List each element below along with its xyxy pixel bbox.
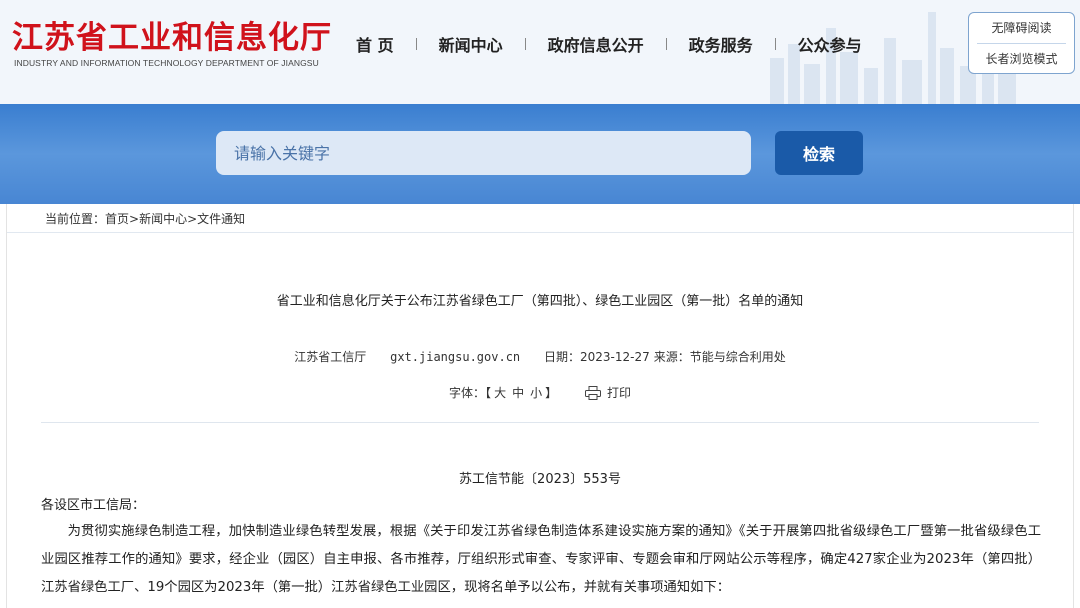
- print-button[interactable]: 打印: [584, 386, 631, 400]
- breadcrumb-separator: >: [129, 212, 140, 226]
- search-input[interactable]: [216, 131, 751, 175]
- breadcrumb-separator: >: [187, 212, 198, 226]
- nav-divider: [415, 38, 417, 50]
- search-banner: 检索: [0, 104, 1080, 204]
- article-container: 当前位置：首页>新闻中心>文件通知 省工业和信息化厅关于公布江苏省绿色工厂（第四…: [6, 204, 1074, 608]
- article-meta: 江苏省工信厅 gxt.jiangsu.gov.cn 日期：2023-12-27 来…: [7, 348, 1073, 365]
- breadcrumb-news[interactable]: 新闻中心: [139, 212, 187, 226]
- document-number: 苏工信节能〔2023〕553号: [459, 472, 621, 487]
- font-size-large-button[interactable]: 大: [494, 386, 506, 400]
- nav-divider: [665, 38, 667, 50]
- font-size-medium-button[interactable]: 中: [512, 386, 524, 400]
- nav-item-home[interactable]: 首 页: [356, 32, 394, 56]
- article-divider: [41, 422, 1039, 423]
- site-logo-subtitle: INDUSTRY AND INFORMATION TECHNOLOGY DEPA…: [14, 58, 319, 68]
- nav-item-services[interactable]: 政务服务: [689, 32, 753, 56]
- meta-source-org: 江苏省工信厅: [294, 350, 367, 364]
- elderly-mode-button[interactable]: 长者浏览模式: [969, 44, 1074, 74]
- font-bracket-close: 】: [545, 386, 558, 400]
- breadcrumb-divider: [7, 232, 1073, 233]
- search-button[interactable]: 检索: [775, 131, 863, 175]
- main-nav: 首 页 新闻中心 政府信息公开 政务服务 公众参与: [356, 32, 862, 56]
- breadcrumb: 当前位置：首页>新闻中心>文件通知: [45, 210, 245, 227]
- meta-date: 日期：2023-12-27: [543, 350, 650, 364]
- site-logo-title[interactable]: 江苏省工业和信息化厅: [12, 12, 332, 57]
- nav-item-gov-info[interactable]: 政府信息公开: [548, 32, 644, 56]
- article-tools: 字体：【大中小】 打印: [7, 384, 1073, 401]
- addressee: 各设区市工信局：: [41, 498, 146, 513]
- accessibility-panel: 无障碍阅读 长者浏览模式: [968, 12, 1075, 74]
- nav-divider: [774, 38, 776, 50]
- meta-origin: 来源：节能与综合利用处: [653, 350, 786, 364]
- site-header: 江苏省工业和信息化厅 INDUSTRY AND INFORMATION TECH…: [0, 0, 1080, 104]
- barrier-free-reading-button[interactable]: 无障碍阅读: [969, 13, 1074, 43]
- nav-item-participation[interactable]: 公众参与: [798, 32, 862, 56]
- printer-icon: [584, 386, 601, 400]
- print-label: 打印: [606, 386, 631, 400]
- font-bracket-open: 【: [485, 386, 492, 400]
- meta-site: gxt.jiangsu.gov.cn: [390, 350, 521, 364]
- nav-item-news[interactable]: 新闻中心: [439, 32, 503, 56]
- article-body-paragraph: 为贯彻实施绿色制造工程，加快制造业绿色转型发展，根据《关于印发江苏省绿色制造体系…: [41, 524, 1041, 595]
- breadcrumb-prefix: 当前位置：: [45, 212, 106, 226]
- nav-divider: [524, 38, 526, 50]
- breadcrumb-notices[interactable]: 文件通知: [197, 212, 245, 226]
- font-size-label: 字体：: [449, 386, 486, 400]
- font-size-small-button[interactable]: 小: [530, 386, 542, 400]
- article-title: 省工业和信息化厅关于公布江苏省绿色工厂（第四批）、绿色工业园区（第一批）名单的通…: [276, 294, 804, 309]
- breadcrumb-home[interactable]: 首页: [105, 212, 129, 226]
